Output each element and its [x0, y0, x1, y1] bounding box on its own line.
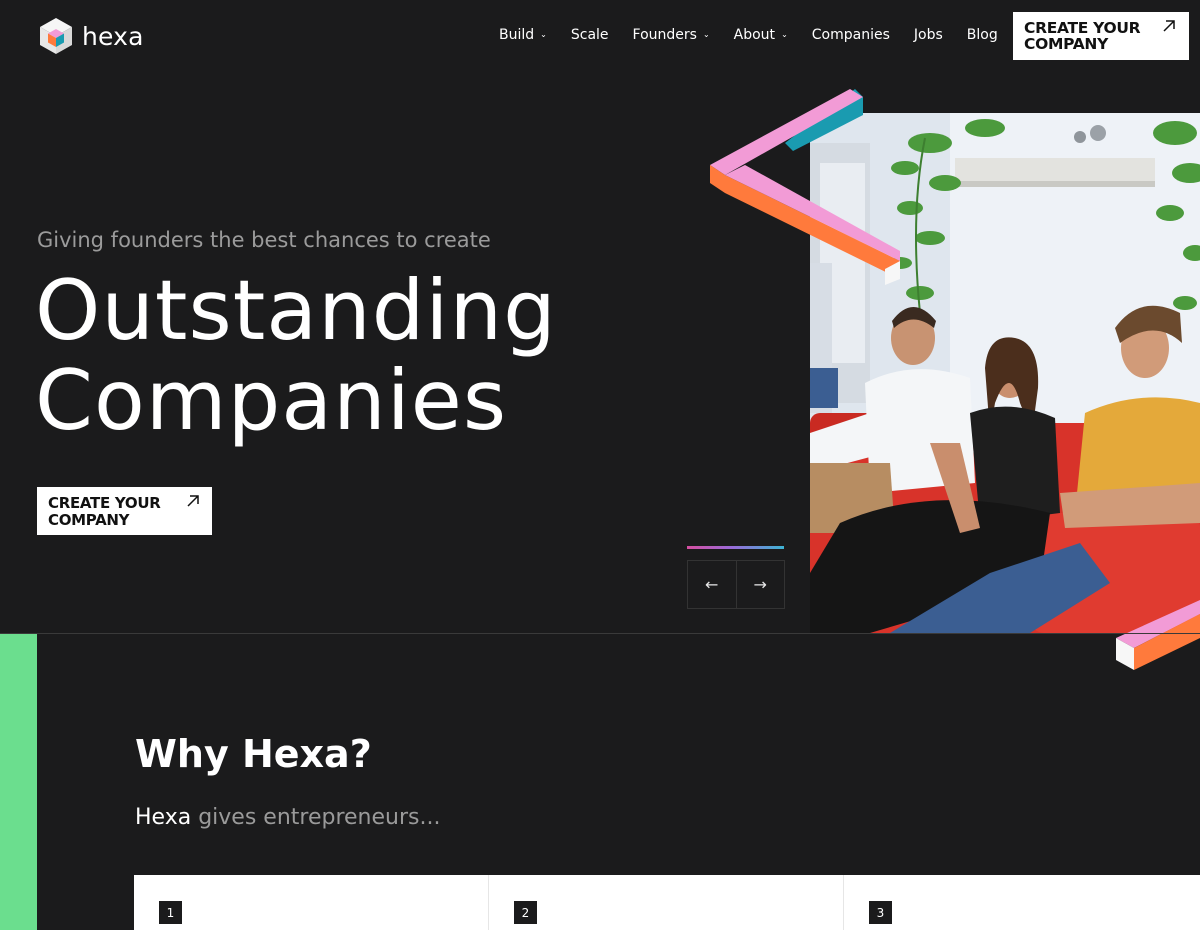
hero-title: Outstanding Companies: [35, 266, 715, 446]
card-number-badge: 1: [159, 901, 182, 924]
slider-controls: ← →: [687, 560, 785, 609]
hero-title-line2: Companies: [35, 352, 508, 449]
benefit-card: 3: [844, 875, 1200, 930]
hero-title-line1: Outstanding: [35, 262, 557, 359]
logo[interactable]: hexa: [39, 17, 144, 55]
hexa-cube-icon: [40, 18, 72, 54]
why-hexa-subtitle: Hexa gives entrepreneurs...: [135, 805, 440, 830]
create-company-button-hero[interactable]: CREATE YOUR COMPANY: [37, 487, 212, 535]
slider-progress-bar: [687, 546, 784, 549]
decorative-3d-chevron: [710, 89, 900, 285]
card-number-badge: 2: [514, 901, 537, 924]
chevron-down-icon: ⌄: [540, 29, 547, 39]
why-hexa-title: Why Hexa?: [135, 732, 372, 776]
nav-item-companies[interactable]: Companies: [812, 27, 890, 43]
arrow-right-icon: →: [753, 575, 767, 594]
page: hexa Build ⌄ Scale Founders ⌄ About ⌄ Co…: [0, 0, 1200, 930]
nav-item-label: Founders: [632, 27, 697, 43]
nav-item-label: Jobs: [913, 27, 943, 43]
nav-item-label: Blog: [966, 27, 998, 43]
subtitle-text: gives entrepreneurs...: [191, 805, 441, 830]
arrow-up-right-icon: [187, 495, 199, 507]
slider-next-button[interactable]: →: [735, 561, 785, 608]
nav-item-scale[interactable]: Scale: [571, 27, 609, 43]
section-divider: [0, 633, 1200, 634]
logo-text: hexa: [82, 21, 144, 51]
accent-bar: [0, 634, 37, 930]
main-nav: Build ⌄ Scale Founders ⌄ About ⌄ Compani…: [499, 27, 998, 43]
benefit-card: 2: [489, 875, 844, 930]
nav-item-label: Companies: [811, 27, 890, 43]
nav-item-label: Scale: [570, 27, 609, 43]
benefit-card: 1: [134, 875, 489, 930]
nav-item-blog[interactable]: Blog: [967, 27, 998, 43]
slider-prev-button[interactable]: ←: [688, 561, 736, 608]
arrow-up-right-icon: [1163, 20, 1175, 32]
nav-item-build[interactable]: Build ⌄: [499, 27, 547, 43]
benefit-cards: 1 2 3: [134, 875, 1200, 930]
cta-label: CREATE YOUR COMPANY: [48, 494, 161, 529]
nav-item-founders[interactable]: Founders ⌄: [633, 27, 710, 43]
nav-item-label: About: [733, 27, 776, 43]
chevron-down-icon: ⌄: [781, 29, 788, 39]
nav-item-about[interactable]: About ⌄: [734, 27, 788, 43]
nav-item-jobs[interactable]: Jobs: [914, 27, 943, 43]
nav-item-label: Build: [499, 27, 535, 43]
chevron-down-icon: ⌄: [702, 29, 710, 39]
decorative-3d-bar: [1116, 600, 1200, 670]
hero-subtitle: Giving founders the best chances to crea…: [37, 228, 491, 252]
arrow-left-icon: ←: [705, 575, 719, 594]
brand-name: Hexa: [135, 805, 192, 830]
create-company-button-header[interactable]: CREATE YOUR COMPANY: [1013, 12, 1189, 60]
card-number-badge: 3: [869, 901, 892, 924]
cta-label: CREATE YOUR COMPANY: [1024, 19, 1141, 53]
